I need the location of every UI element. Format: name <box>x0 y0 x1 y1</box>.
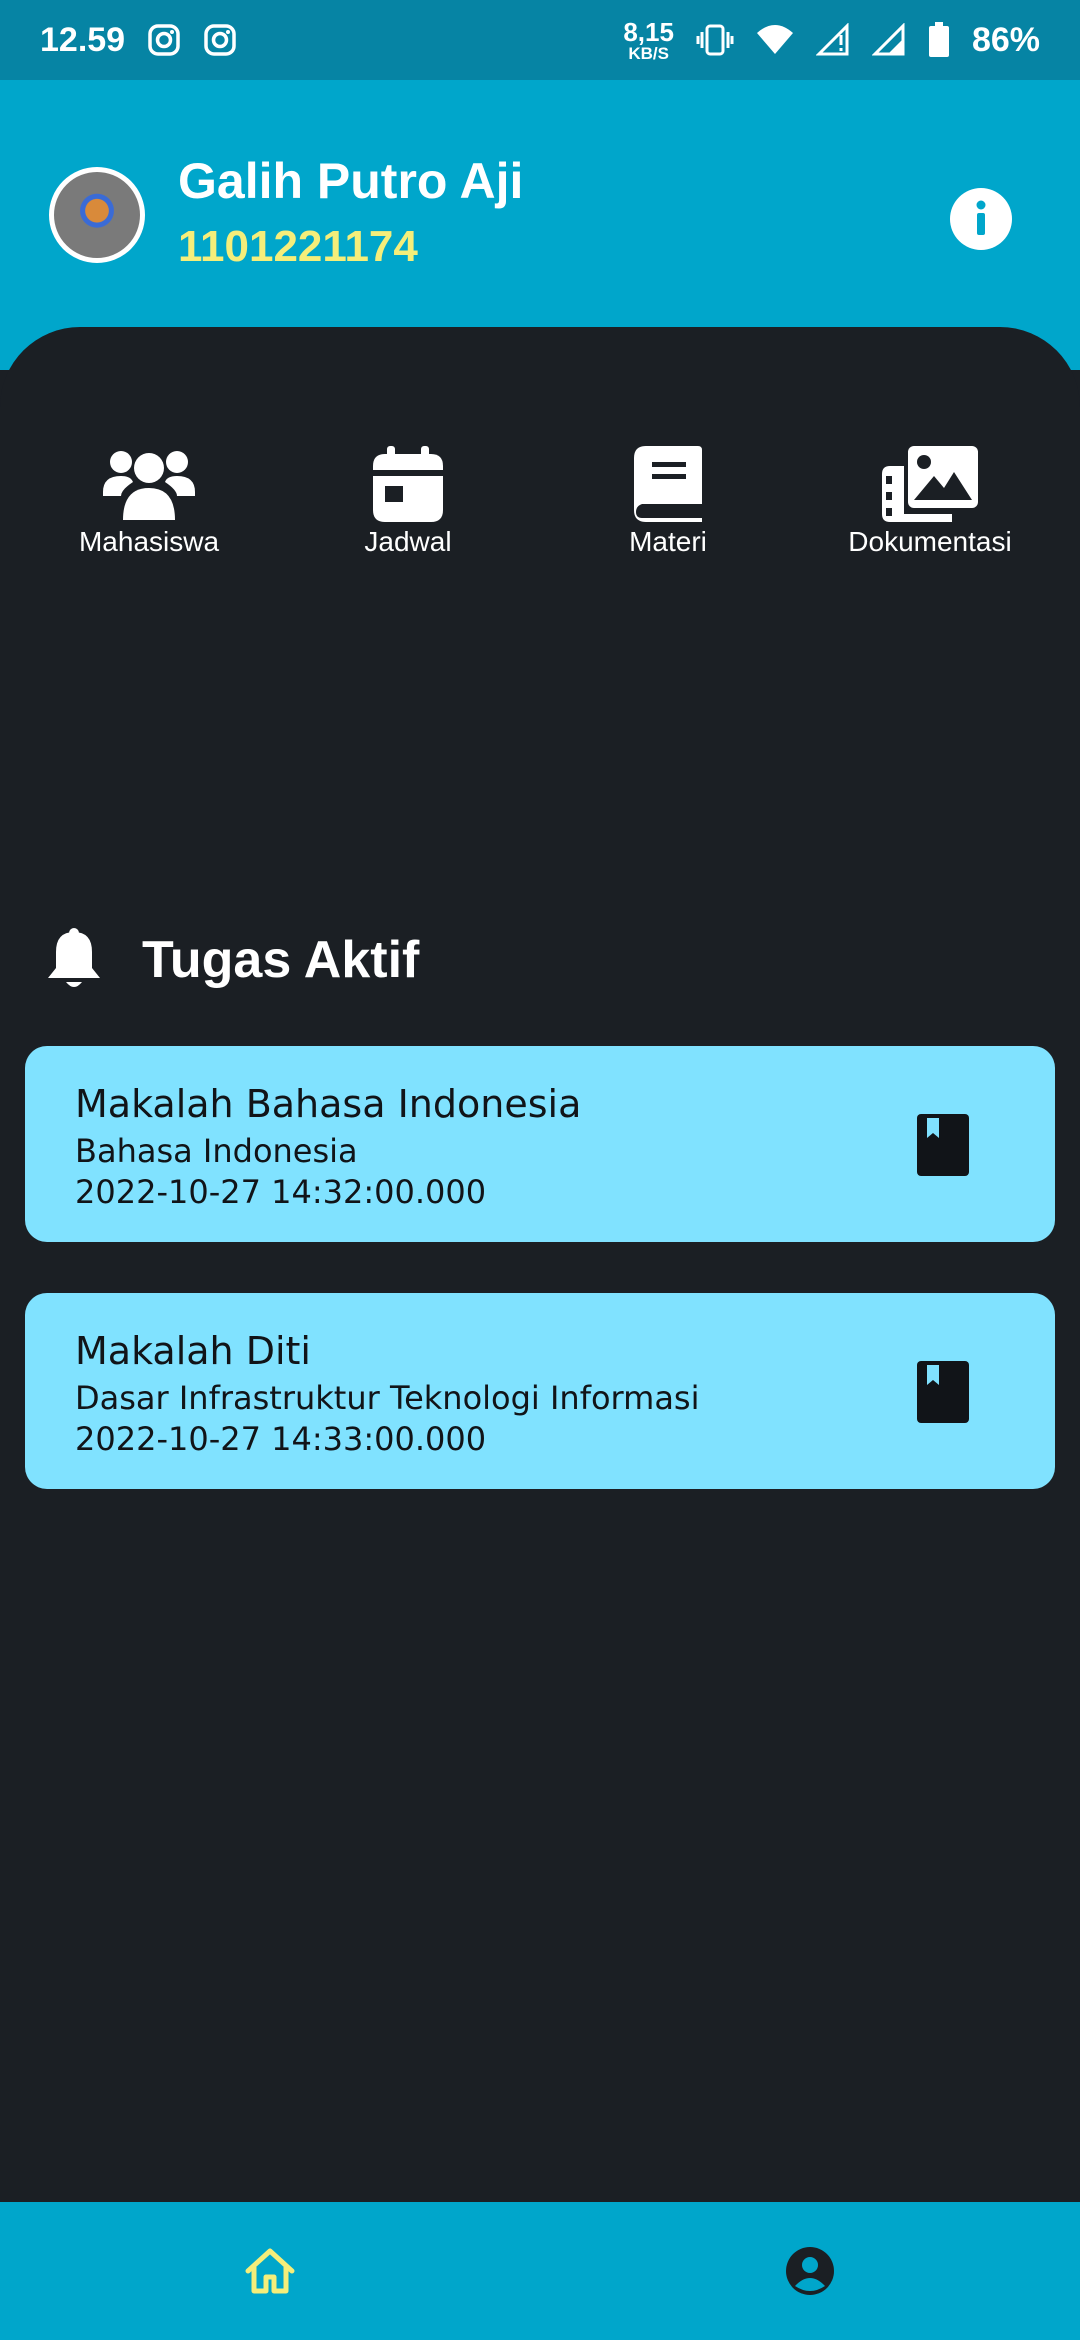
task-deadline: 2022-10-27 14:32:00.000 <box>75 1173 487 1211</box>
task-course: Bahasa Indonesia <box>75 1132 358 1170</box>
status-time: 12.59 <box>40 20 126 59</box>
status-bar: 12.59 8,15 KB/S 86% <box>0 0 1080 80</box>
menu-label: Dokumentasi <box>848 526 1012 557</box>
signal-icon <box>815 23 849 56</box>
vibrate-icon <box>696 24 734 56</box>
net-speed-value: 8,15 <box>623 16 674 47</box>
task-deadline: 2022-10-27 14:33:00.000 <box>75 1420 487 1458</box>
instagram-icon <box>148 24 180 56</box>
bottom-nav <box>0 2202 1080 2340</box>
book-icon <box>634 446 702 522</box>
menu-item-mahasiswa[interactable]: Mahasiswa <box>39 446 259 566</box>
task-course: Dasar Infrastruktur Teknologi Informasi <box>75 1379 700 1417</box>
net-speed: 8,15 KB/S <box>623 19 674 62</box>
nav-profile-button[interactable] <box>540 2202 1080 2340</box>
task-title: Makalah Bahasa Indonesia <box>75 1082 582 1126</box>
task-title: Makalah Diti <box>75 1329 311 1373</box>
signal-icon <box>871 23 905 56</box>
menu-label: Jadwal <box>364 526 452 557</box>
info-icon[interactable] <box>950 188 1012 250</box>
active-tasks-header: Tugas Aktif <box>46 920 419 1000</box>
menu-item-dokumentasi[interactable]: Dokumentasi <box>820 446 1040 566</box>
menu-item-materi[interactable]: Materi <box>558 446 778 566</box>
task-card[interactable]: Makalah Bahasa Indonesia Bahasa Indonesi… <box>25 1046 1055 1242</box>
task-card[interactable]: Makalah Diti Dasar Infrastruktur Teknolo… <box>25 1293 1055 1489</box>
main-panel <box>0 327 1080 2202</box>
profile-icon <box>786 2247 834 2295</box>
bookmark-book-icon[interactable] <box>917 1361 969 1423</box>
battery-icon <box>928 22 949 57</box>
user-nim: 1101221174 <box>178 222 418 271</box>
users-icon <box>103 451 195 520</box>
nav-home-button[interactable] <box>0 2202 540 2340</box>
menu-item-jadwal[interactable]: Jadwal <box>298 446 518 566</box>
battery-percent: 86% <box>971 20 1040 59</box>
instagram-icon <box>204 24 236 56</box>
net-speed-unit: KB/S <box>628 43 669 63</box>
images-icon <box>882 446 978 522</box>
status-bar-right: 8,15 KB/S 86% <box>623 19 1040 62</box>
status-bar-left: 12.59 <box>40 21 237 60</box>
user-name: Galih Putro Aji <box>178 153 524 209</box>
section-title: Tugas Aktif <box>142 931 420 989</box>
wifi-icon <box>756 25 793 54</box>
menu-label: Materi <box>629 526 707 557</box>
home-icon <box>245 2248 295 2294</box>
calendar-icon <box>373 446 443 522</box>
bell-icon <box>48 928 100 987</box>
avatar[interactable] <box>49 167 145 263</box>
bookmark-book-icon[interactable] <box>917 1114 969 1176</box>
menu-label: Mahasiswa <box>78 526 220 557</box>
